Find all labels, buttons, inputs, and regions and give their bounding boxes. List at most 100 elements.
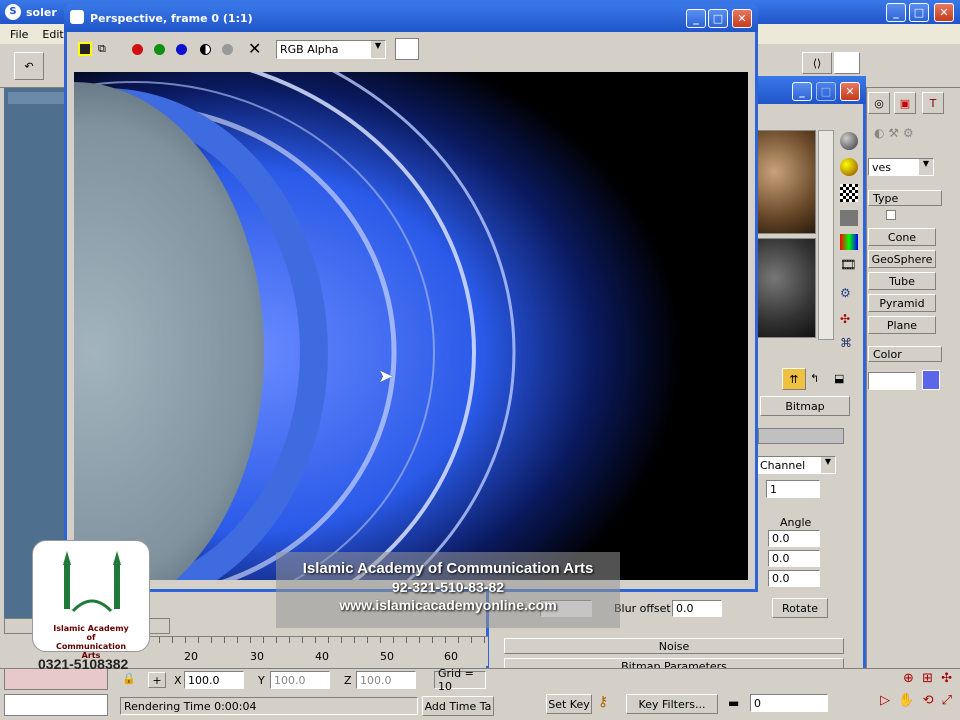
object-color-swatch[interactable]: [922, 370, 940, 390]
z-coord-field[interactable]: 100.0: [356, 671, 416, 689]
angle-w-field[interactable]: 0.0: [768, 570, 820, 587]
clear-icon[interactable]: ✕: [248, 39, 261, 58]
watermark-phone-number: 0321-5108382: [38, 656, 129, 672]
channel-select[interactable]: RGB Alpha ▼: [276, 40, 386, 59]
watermark-banner: Islamic Academy of Communication Arts 92…: [276, 552, 620, 628]
angle-label: Angle: [780, 516, 812, 529]
snap-icon[interactable]: ⟨⟩: [802, 52, 832, 74]
transform-mode-icon[interactable]: +: [148, 672, 166, 688]
checker-background-icon[interactable]: [840, 184, 858, 202]
key-filters-button[interactable]: Key Filters...: [626, 694, 718, 714]
create-icons-row: ◐ ⚒ ⚙: [874, 126, 914, 140]
left-status-white: [4, 694, 108, 716]
clone-icon[interactable]: ⧉: [98, 42, 114, 56]
color-swatch[interactable]: [395, 38, 419, 60]
rotate-button[interactable]: Rotate: [772, 598, 828, 618]
render-titlebar: Perspective, frame 0 (1:1): [64, 4, 758, 32]
geosphere-button[interactable]: GeoSphere: [868, 250, 936, 268]
sample-slot-2[interactable]: [756, 238, 816, 338]
red-channel-icon[interactable]: [132, 44, 143, 55]
backlight-icon[interactable]: [840, 158, 858, 176]
timeline-tick-40: 40: [315, 650, 329, 663]
go-forward-icon[interactable]: ↰: [810, 372, 826, 388]
render-maximize-button[interactable]: □: [708, 9, 728, 28]
sample-scrollbar[interactable]: [818, 130, 834, 340]
go-to-parent-icon[interactable]: ⇈: [782, 368, 806, 390]
blue-channel-icon[interactable]: [176, 44, 187, 55]
map-navigator-icon[interactable]: ⌘: [840, 336, 858, 354]
viewport-nav-icons[interactable]: ⊕ ⊞ ✣ ▷ ✋ ⟲ ⤢: [834, 668, 960, 718]
alpha-channel-icon[interactable]: [200, 44, 211, 55]
sample-slot-1[interactable]: [756, 130, 816, 234]
rollout-header[interactable]: [758, 428, 844, 444]
mat-maximize-button[interactable]: □: [816, 82, 836, 101]
channel-dropdown-value: Channel: [760, 458, 806, 472]
make-preview-icon[interactable]: 🎞: [840, 258, 858, 276]
color-rollout[interactable]: Color: [868, 346, 942, 362]
save-icon[interactable]: [78, 42, 92, 56]
angle-v-field[interactable]: 0.0: [768, 550, 820, 567]
dropdown-value: ves: [872, 160, 892, 174]
add-time-tag-button[interactable]: Add Time Ta: [422, 696, 494, 716]
autogrid-checkbox[interactable]: [886, 210, 896, 220]
blur-offset-field[interactable]: 0.0: [672, 600, 722, 617]
noise-rollout[interactable]: Noise: [504, 638, 844, 654]
utilities-tab-icon[interactable]: T: [922, 92, 944, 114]
set-key-button[interactable]: Set Key: [546, 694, 592, 714]
toolbar-box[interactable]: [834, 52, 860, 74]
channel-select-value: RGB Alpha: [280, 43, 339, 56]
object-type-dropdown[interactable]: ves ▼: [868, 158, 934, 176]
render-canvas: [74, 72, 748, 580]
show-end-result-icon[interactable]: ⬓: [834, 372, 850, 388]
mat-close-button[interactable]: ✕: [840, 82, 860, 101]
undo-icon[interactable]: ↶: [14, 52, 44, 80]
green-channel-icon[interactable]: [154, 44, 165, 55]
mosque-icon: [63, 551, 121, 613]
app-icon: S: [5, 4, 21, 20]
menu-edit[interactable]: Edit: [42, 28, 63, 41]
bitmap-type-button[interactable]: Bitmap: [760, 396, 850, 416]
monochrome-icon[interactable]: [222, 44, 233, 55]
key-mode-icon[interactable]: ▬: [728, 696, 739, 710]
video-color-icon[interactable]: [840, 234, 858, 250]
watermark-phone: 92-321-510-83-82: [391, 579, 505, 595]
display-tab-icon[interactable]: ▣: [894, 92, 916, 114]
plane-button[interactable]: Plane: [868, 316, 936, 334]
render-minimize-button[interactable]: _: [686, 9, 706, 28]
timeline-tick-20: 20: [184, 650, 198, 663]
app-title: soler: [26, 5, 57, 19]
z-label: Z: [344, 674, 352, 687]
x-coord-field[interactable]: 100.0: [184, 671, 244, 689]
mat-minimize-button[interactable]: _: [792, 82, 812, 101]
tube-button[interactable]: Tube: [868, 272, 936, 290]
y-coord-field[interactable]: 100.0: [270, 671, 330, 689]
watermark-url: www.islamicacademyonline.com: [339, 597, 557, 613]
motion-tab-icon[interactable]: ◎: [868, 92, 890, 114]
channel-dropdown[interactable]: Channel ▼: [756, 456, 836, 474]
mouse-cursor: ➤: [378, 366, 394, 387]
render-close-button[interactable]: ✕: [732, 9, 752, 28]
rendered-planet-image: [74, 72, 748, 580]
menu-file[interactable]: File: [10, 28, 28, 41]
select-by-material-icon[interactable]: ✣: [840, 312, 858, 330]
sample-uv-icon[interactable]: [840, 210, 858, 226]
chevron-down-icon: ▼: [371, 41, 385, 58]
cone-button[interactable]: Cone: [868, 228, 936, 246]
lock-icon[interactable]: 🔒: [122, 672, 136, 685]
object-type-rollout[interactable]: Type: [868, 190, 942, 206]
y-label: Y: [258, 674, 265, 687]
map-channel-field[interactable]: 1: [766, 480, 820, 498]
app-maximize-button[interactable]: □: [909, 3, 929, 22]
object-name-field[interactable]: [868, 372, 916, 390]
grid-readout: Grid = 10: [434, 667, 486, 693]
pyramid-button[interactable]: Pyramid: [868, 294, 936, 312]
options-icon[interactable]: ⚙: [840, 286, 858, 304]
sample-sphere-icon[interactable]: [840, 132, 858, 150]
current-frame-field[interactable]: 0: [750, 694, 828, 712]
timeline-tick-50: 50: [380, 650, 394, 663]
angle-u-field[interactable]: 0.0: [768, 530, 820, 547]
timeline-ruler[interactable]: [120, 636, 488, 666]
app-close-button[interactable]: ✕: [934, 3, 954, 22]
key-icon[interactable]: ⚷: [598, 694, 608, 710]
app-minimize-button[interactable]: _: [886, 3, 906, 22]
